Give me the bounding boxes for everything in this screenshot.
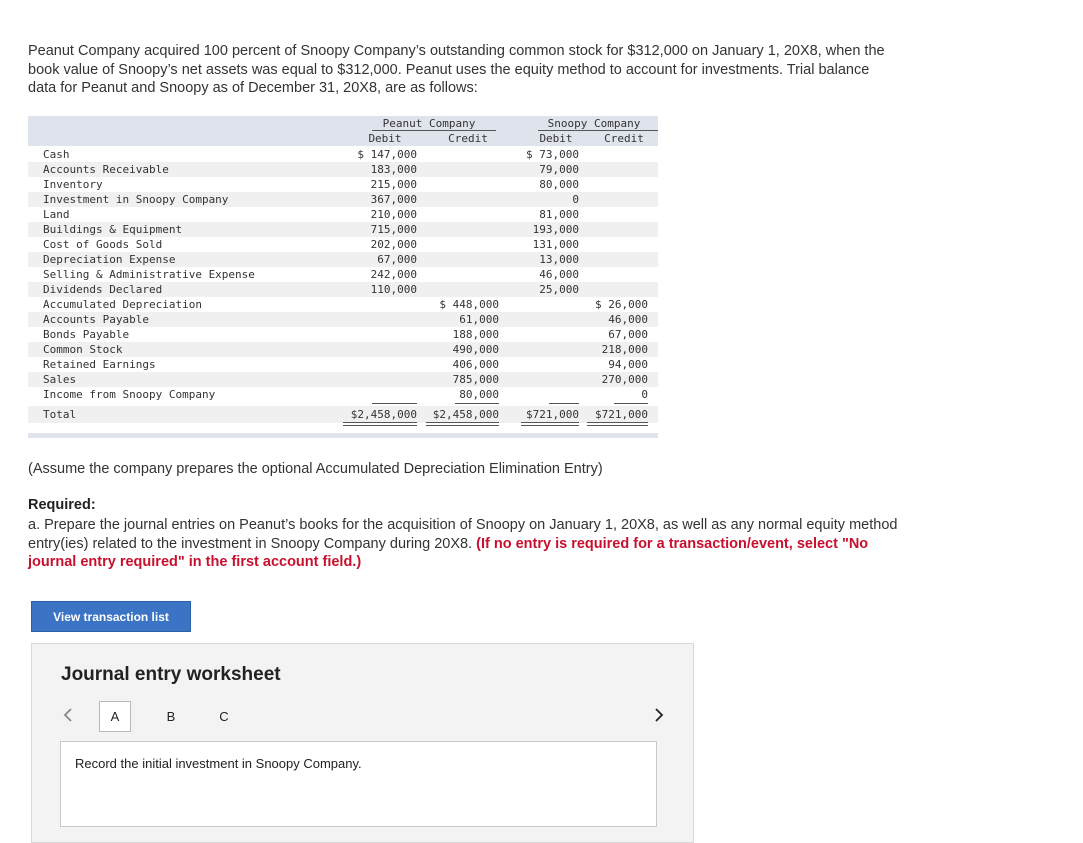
account-name: Sales [43, 373, 77, 386]
snoopy-header-rule [538, 130, 658, 131]
amount-pc: 785,000 [452, 373, 499, 386]
account-name: Inventory [43, 178, 103, 191]
intro-line-1: Peanut Company acquired 100 percent of S… [28, 43, 885, 59]
worksheet-instruction: Record the initial investment in Snoopy … [75, 756, 362, 771]
account-name: Cash [43, 148, 70, 161]
amount-sc: 270,000 [601, 373, 648, 386]
peanut-header-rule [372, 130, 496, 131]
peanut-debit-header: Debit [368, 132, 402, 145]
total-rule [455, 403, 499, 404]
account-name: Accounts Payable [43, 313, 149, 326]
total-sc: $721,000 [595, 408, 648, 421]
worksheet-instruction-box: Record the initial investment in Snoopy … [60, 741, 657, 827]
journal-entry-worksheet: Journal entry worksheet A B C Record the… [31, 643, 694, 843]
account-name: Investment in Snoopy Company [43, 193, 229, 206]
required-instructions: a. Prepare the journal entries on Peanut… [28, 516, 988, 572]
double-underline [343, 422, 417, 426]
account-name: Depreciation Expense [43, 253, 176, 266]
amount-sc: 218,000 [601, 343, 648, 356]
peanut-company-header: Peanut Company [382, 117, 476, 130]
amount-pc: 490,000 [452, 343, 499, 356]
amount-pc: $ 448,000 [439, 298, 499, 311]
account-name: Selling & Administrative Expense [43, 268, 255, 281]
total-rule [549, 403, 579, 404]
required-line-2-emphasis: (If no entry is required for a transacti… [476, 535, 869, 552]
account-name: Income from Snoopy Company [43, 388, 216, 401]
total-rule [614, 403, 648, 404]
intro-line-3: data for Peanut and Snoopy as of Decembe… [28, 80, 478, 96]
amount-pd: 183,000 [370, 163, 417, 176]
required-line-2: entry(ies) related to the investment in … [28, 535, 988, 554]
amount-sc: 94,000 [608, 358, 648, 371]
amount-sc: 67,000 [608, 328, 648, 341]
account-name: Buildings & Equipment [43, 223, 183, 236]
table-footer-band [28, 433, 658, 438]
required-heading: Required: [28, 497, 96, 513]
required-line-1: a. Prepare the journal entries on Peanut… [28, 517, 898, 533]
amount-sd: $ 73,000 [526, 148, 579, 161]
account-name: Common Stock [43, 343, 123, 356]
tab-a[interactable]: A [99, 701, 131, 732]
chevron-right-icon[interactable] [653, 706, 665, 729]
amount-pd: 202,000 [370, 238, 417, 251]
double-underline [587, 422, 648, 426]
amount-pd: 367,000 [370, 193, 417, 206]
amount-sd: 0 [572, 193, 579, 206]
amount-pc: 188,000 [452, 328, 499, 341]
account-name: Accumulated Depreciation [43, 298, 202, 311]
total-pc: $2,458,000 [432, 408, 499, 421]
amount-sc: 0 [641, 388, 648, 401]
account-name: Bonds Payable [43, 328, 130, 341]
peanut-credit-header: Credit [448, 132, 488, 145]
amount-pc: 406,000 [452, 358, 499, 371]
tab-b[interactable]: B [155, 701, 187, 732]
amount-sd: 79,000 [539, 163, 579, 176]
amount-sd: 80,000 [539, 178, 579, 191]
account-name: Cost of Goods Sold [43, 238, 163, 251]
amount-sd: 25,000 [539, 283, 579, 296]
worksheet-title: Journal entry worksheet [61, 664, 281, 685]
account-name: Accounts Receivable [43, 163, 169, 176]
problem-intro: Peanut Company acquired 100 percent of S… [28, 42, 978, 98]
amount-sd: 13,000 [539, 253, 579, 266]
total-pd: $2,458,000 [350, 408, 417, 421]
required-line-3-emphasis: journal entry required" in the first acc… [28, 554, 362, 570]
amount-pd: 210,000 [370, 208, 417, 221]
amount-sd: 81,000 [539, 208, 579, 221]
snoopy-company-header: Snoopy Company [547, 117, 641, 130]
snoopy-credit-header: Credit [604, 132, 644, 145]
assumption-note: (Assume the company prepares the optiona… [28, 461, 603, 477]
required-line-2-text: entry(ies) related to the investment in … [28, 535, 473, 552]
amount-pd: 242,000 [370, 268, 417, 281]
snoopy-debit-header: Debit [539, 132, 573, 145]
trial-balance-table: Peanut Company Snoopy Company Debit Cred… [28, 116, 658, 438]
double-underline [521, 422, 579, 426]
double-underline [426, 422, 499, 426]
amount-sc: $ 26,000 [595, 298, 648, 311]
amount-sd: 193,000 [532, 223, 579, 236]
total-rule [372, 403, 417, 404]
amount-pd: 67,000 [377, 253, 417, 266]
amount-sd: 46,000 [539, 268, 579, 281]
amount-pd: 215,000 [370, 178, 417, 191]
amount-pc: 80,000 [459, 388, 499, 401]
amount-sc: 46,000 [608, 313, 648, 326]
amount-pc: 61,000 [459, 313, 499, 326]
amount-pd: 715,000 [370, 223, 417, 236]
total-label: Total [43, 408, 77, 421]
tab-c[interactable]: C [208, 701, 240, 732]
chevron-left-icon[interactable] [62, 706, 74, 729]
amount-pd: $ 147,000 [357, 148, 417, 161]
intro-line-2: book value of Snoopy’s net assets was eq… [28, 61, 870, 78]
view-transaction-list-button[interactable]: View transaction list [31, 601, 191, 632]
amount-sd: 131,000 [532, 238, 579, 251]
account-name: Land [43, 208, 70, 221]
account-name: Dividends Declared [43, 283, 163, 296]
amount-pd: 110,000 [370, 283, 417, 296]
account-name: Retained Earnings [43, 358, 156, 371]
